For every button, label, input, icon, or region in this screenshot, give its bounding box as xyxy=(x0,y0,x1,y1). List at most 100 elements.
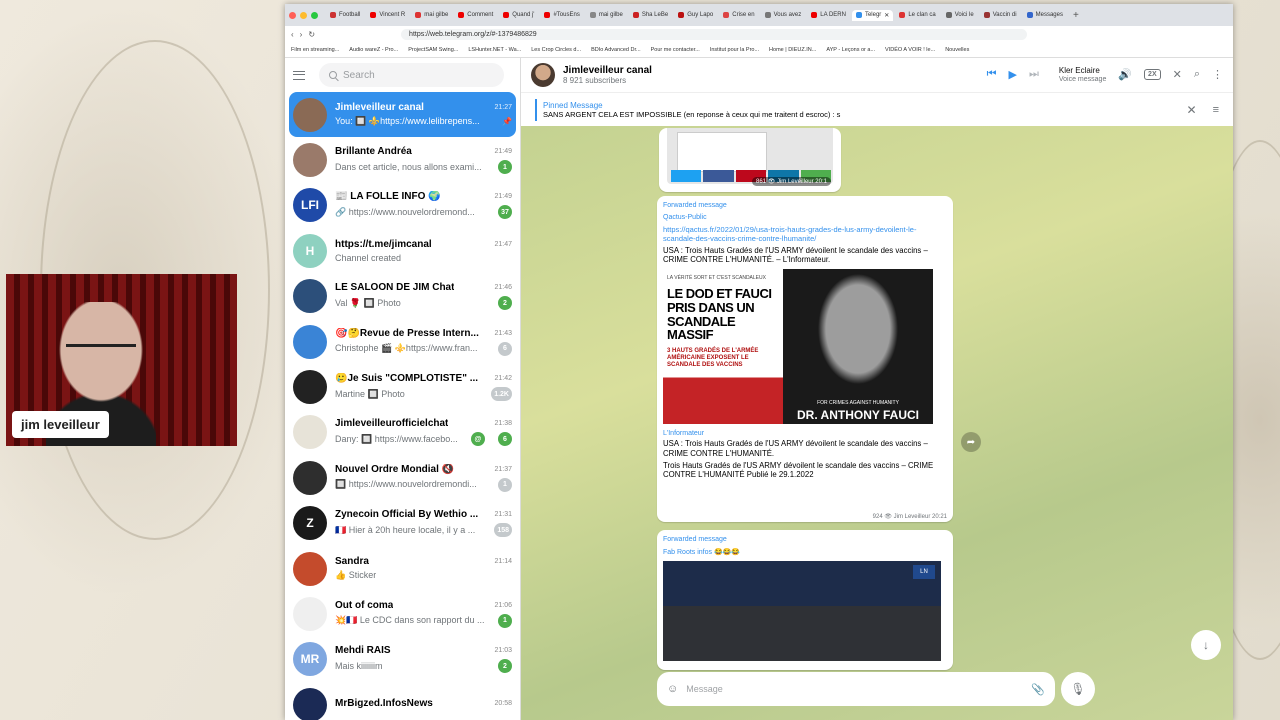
close-tab-icon[interactable]: ✕ xyxy=(884,12,889,19)
message-link[interactable]: https://qactus.fr/2022/01/29/usa-trois-h… xyxy=(663,225,947,244)
browser-tab[interactable]: Crise en xyxy=(719,10,758,20)
browser-tab[interactable]: Football xyxy=(326,10,364,20)
chat-avatar xyxy=(293,143,327,178)
chat-list-item[interactable]: LFI 📰 LA FOLLE INFO 🌍 21:49 🔗 https://www.n… xyxy=(289,183,516,228)
bookmark-item[interactable]: ProjectSAM Swing... xyxy=(408,47,458,53)
chat-item-body: 🎯🤔Revue de Presse Intern... 21:43 Christop… xyxy=(335,328,512,356)
message-photo[interactable]: LN xyxy=(663,561,941,661)
message-bubble[interactable]: Forwarded message Qactus-Public https://… xyxy=(657,196,953,522)
forwarded-from[interactable]: Qactus-Public xyxy=(663,214,947,221)
pinned-list-icon[interactable]: ≡ xyxy=(1213,104,1219,116)
chat-avatar xyxy=(293,551,327,586)
playback-speed-button[interactable]: 2X xyxy=(1144,69,1161,81)
chat-time: 21:31 xyxy=(494,511,512,519)
bookmark-item[interactable]: Film en streaming... xyxy=(291,47,339,53)
chat-item-body: Zynecoin Official By Wethio ... 21:31 🇫🇷 H… xyxy=(335,509,512,538)
minimize-window-button[interactable] xyxy=(300,11,307,19)
chat-preview: 💥🇫🇷 Le CDC dans son rapport du ... xyxy=(335,615,485,626)
chat-list-item[interactable]: Out of coma 21:06 💥🇫🇷 Le CDC dans son rapp… xyxy=(289,591,516,636)
forward-arrow-icon[interactable]: › xyxy=(300,30,303,39)
pinned-message-bar[interactable]: Pinned Message SANS ARGENT CELA EST IMPO… xyxy=(521,92,1233,126)
scroll-down-button[interactable]: ↓ xyxy=(1191,630,1221,660)
bookmark-item[interactable]: Pour me contacter... xyxy=(651,47,700,53)
search-icon[interactable]: ⌕ xyxy=(1194,68,1200,81)
bookmark-item[interactable]: Audio wareZ - Pro... xyxy=(349,47,398,53)
browser-tab[interactable]: Le clan ca xyxy=(895,10,939,20)
play-icon[interactable]: ▶ xyxy=(1008,68,1016,81)
chat-list-item[interactable]: Jimleveilleurofficielchat 21:38 Dany: 🔲 ht… xyxy=(289,410,516,455)
browser-tab[interactable]: Comment xyxy=(454,10,497,20)
bookmark-item[interactable]: Institut pour la Pro... xyxy=(710,47,759,53)
forward-share-icon[interactable]: ➦ xyxy=(961,432,981,452)
message-bubble[interactable]: 861 👁 Jim Leveilleur 20:1 xyxy=(659,128,841,192)
audio-info[interactable]: Kler Eclaire Voice message xyxy=(1059,66,1106,84)
bookmark-item[interactable]: BDIo Advanced Dr... xyxy=(591,47,641,53)
chat-list-item[interactable]: Z Zynecoin Official By Wethio ... 21:31 🇫🇷 … xyxy=(289,501,516,546)
reload-icon[interactable]: ↻ xyxy=(308,30,315,39)
browser-tab[interactable]: Voici le xyxy=(942,10,978,20)
browser-tab[interactable]: Vincent R xyxy=(366,10,409,20)
chat-name: Out of coma xyxy=(335,599,394,611)
chat-list-item[interactable]: MrBigzed.InfosNews 20:58 xyxy=(289,682,516,720)
browser-tab[interactable]: mai gilbe xyxy=(586,10,627,20)
browser-tab[interactable]: Messages xyxy=(1023,10,1067,20)
message-input[interactable]: Message xyxy=(686,684,1023,694)
telegram-app: Search Jimleveilleur canal 21:27 You: 🔲 ⚜️… xyxy=(285,58,1233,720)
hamburger-menu-icon[interactable] xyxy=(293,70,305,80)
microphone-button[interactable]: 🎙 xyxy=(1061,672,1095,706)
close-player-icon[interactable]: ✕ xyxy=(1173,68,1182,81)
chat-list-item[interactable]: LE SALOON DE JIM Chat 21:46 Val 🌹 🔲 Photo 2 xyxy=(289,274,516,319)
link-preview-image[interactable]: LA VÉRITÉ SORT ET C'EST SCANDALEUX LE DO… xyxy=(663,269,933,425)
preview-site-name[interactable]: L'Informateur xyxy=(663,430,947,437)
browser-tab[interactable]: Quand j' xyxy=(499,10,538,20)
message-bubble[interactable]: Forwarded message Fab Roots infos 😂😂😂 LN xyxy=(657,530,953,670)
browser-tab[interactable]: Vaccin di xyxy=(980,10,1021,20)
chat-preview: 🇫🇷 Hier à 20h heure locale, il y a ... xyxy=(335,524,476,535)
bookmark-item[interactable]: LSHunter.NET - Wa... xyxy=(468,47,521,53)
previous-track-icon[interactable]: ⏮ xyxy=(987,68,997,81)
volume-icon[interactable]: 🔊 xyxy=(1118,68,1132,81)
channel-info[interactable]: Jimleveilleur canal 8 921 subscribers xyxy=(563,65,652,85)
next-track-icon[interactable]: ⏭ xyxy=(1029,68,1039,81)
chat-list-item[interactable]: MR Mehdi RAIS 21:03 Mais kiiiiiiim 2 xyxy=(289,637,516,682)
browser-tab[interactable]: mai gilbe xyxy=(411,10,452,20)
close-window-button[interactable] xyxy=(289,11,296,19)
url-field[interactable]: https://web.telegram.org/z/#-1379486829 xyxy=(401,28,1027,40)
more-options-icon[interactable]: ⋮ xyxy=(1212,68,1223,81)
message-composer[interactable]: ☺ Message 📎 xyxy=(657,672,1055,706)
bookmark-item[interactable]: AYP - Leçons or a... xyxy=(826,47,875,53)
chat-name: https://t.me/jimcanal xyxy=(335,238,432,250)
bookmark-item[interactable]: Nouvelles xyxy=(945,47,969,53)
emoji-icon[interactable]: ☺ xyxy=(667,683,678,695)
attach-icon[interactable]: 📎 xyxy=(1031,683,1045,696)
browser-tab[interactable]: #TousEns xyxy=(540,10,583,20)
message-media[interactable] xyxy=(667,128,833,184)
close-pinned-icon[interactable]: ✕ xyxy=(1187,103,1197,117)
chat-list-item[interactable]: Sandra 21:14 👍 Sticker xyxy=(289,546,516,591)
new-tab-button[interactable]: + xyxy=(1073,10,1079,21)
chat-list-item[interactable]: 🥲Je Suis "COMPLOTISTE" ... 21:42 Martine 🔲… xyxy=(289,364,516,409)
bookmark-item[interactable]: Home | DIEUZ.IN... xyxy=(769,47,816,53)
chat-list-item[interactable]: Nouvel Ordre Mondial 🔇 21:37 🔲 https://www… xyxy=(289,455,516,500)
chat-list-item[interactable]: Brillante Andréa 21:49 Dans cet article, n… xyxy=(289,137,516,182)
bookmark-item[interactable]: Les Crop Circles d... xyxy=(531,47,581,53)
browser-tab-active[interactable]: Telegr ✕ xyxy=(851,9,894,21)
browser-tab[interactable]: Vous avez xyxy=(761,10,806,20)
chat-list-item[interactable]: Jimleveilleur canal 21:27 You: 🔲 ⚜️https:/… xyxy=(289,92,516,138)
browser-tab[interactable]: Sha LeBe xyxy=(629,10,672,20)
back-arrow-icon[interactable]: ‹ xyxy=(291,30,294,39)
maximize-window-button[interactable] xyxy=(311,11,318,19)
bookmark-item[interactable]: VIDÉO A VOIR ! le... xyxy=(885,47,935,53)
browser-tab[interactable]: Guy Lapo xyxy=(674,10,717,20)
forwarded-from[interactable]: Fab Roots infos 😂😂😂 xyxy=(663,548,947,556)
search-input[interactable]: Search xyxy=(319,63,504,87)
channel-avatar[interactable] xyxy=(531,63,555,87)
chat-item-body: Sandra 21:14 👍 Sticker xyxy=(335,556,512,581)
chat-list-item[interactable]: Hhttps://t.me/jimcanal 21:47 Channel creat… xyxy=(289,228,516,273)
tab-favicon-icon xyxy=(945,12,952,18)
chat-preview: Dans cet article, nous allons exami... xyxy=(335,162,482,173)
browser-tab[interactable]: LA DERN xyxy=(807,10,850,20)
chat-preview: 👍 Sticker xyxy=(335,570,377,581)
chat-list-item[interactable]: 🎯🤔Revue de Presse Intern... 21:43 Christop… xyxy=(289,319,516,364)
chat-view: Jimleveilleur canal 8 921 subscribers ⏮ … xyxy=(521,58,1233,720)
